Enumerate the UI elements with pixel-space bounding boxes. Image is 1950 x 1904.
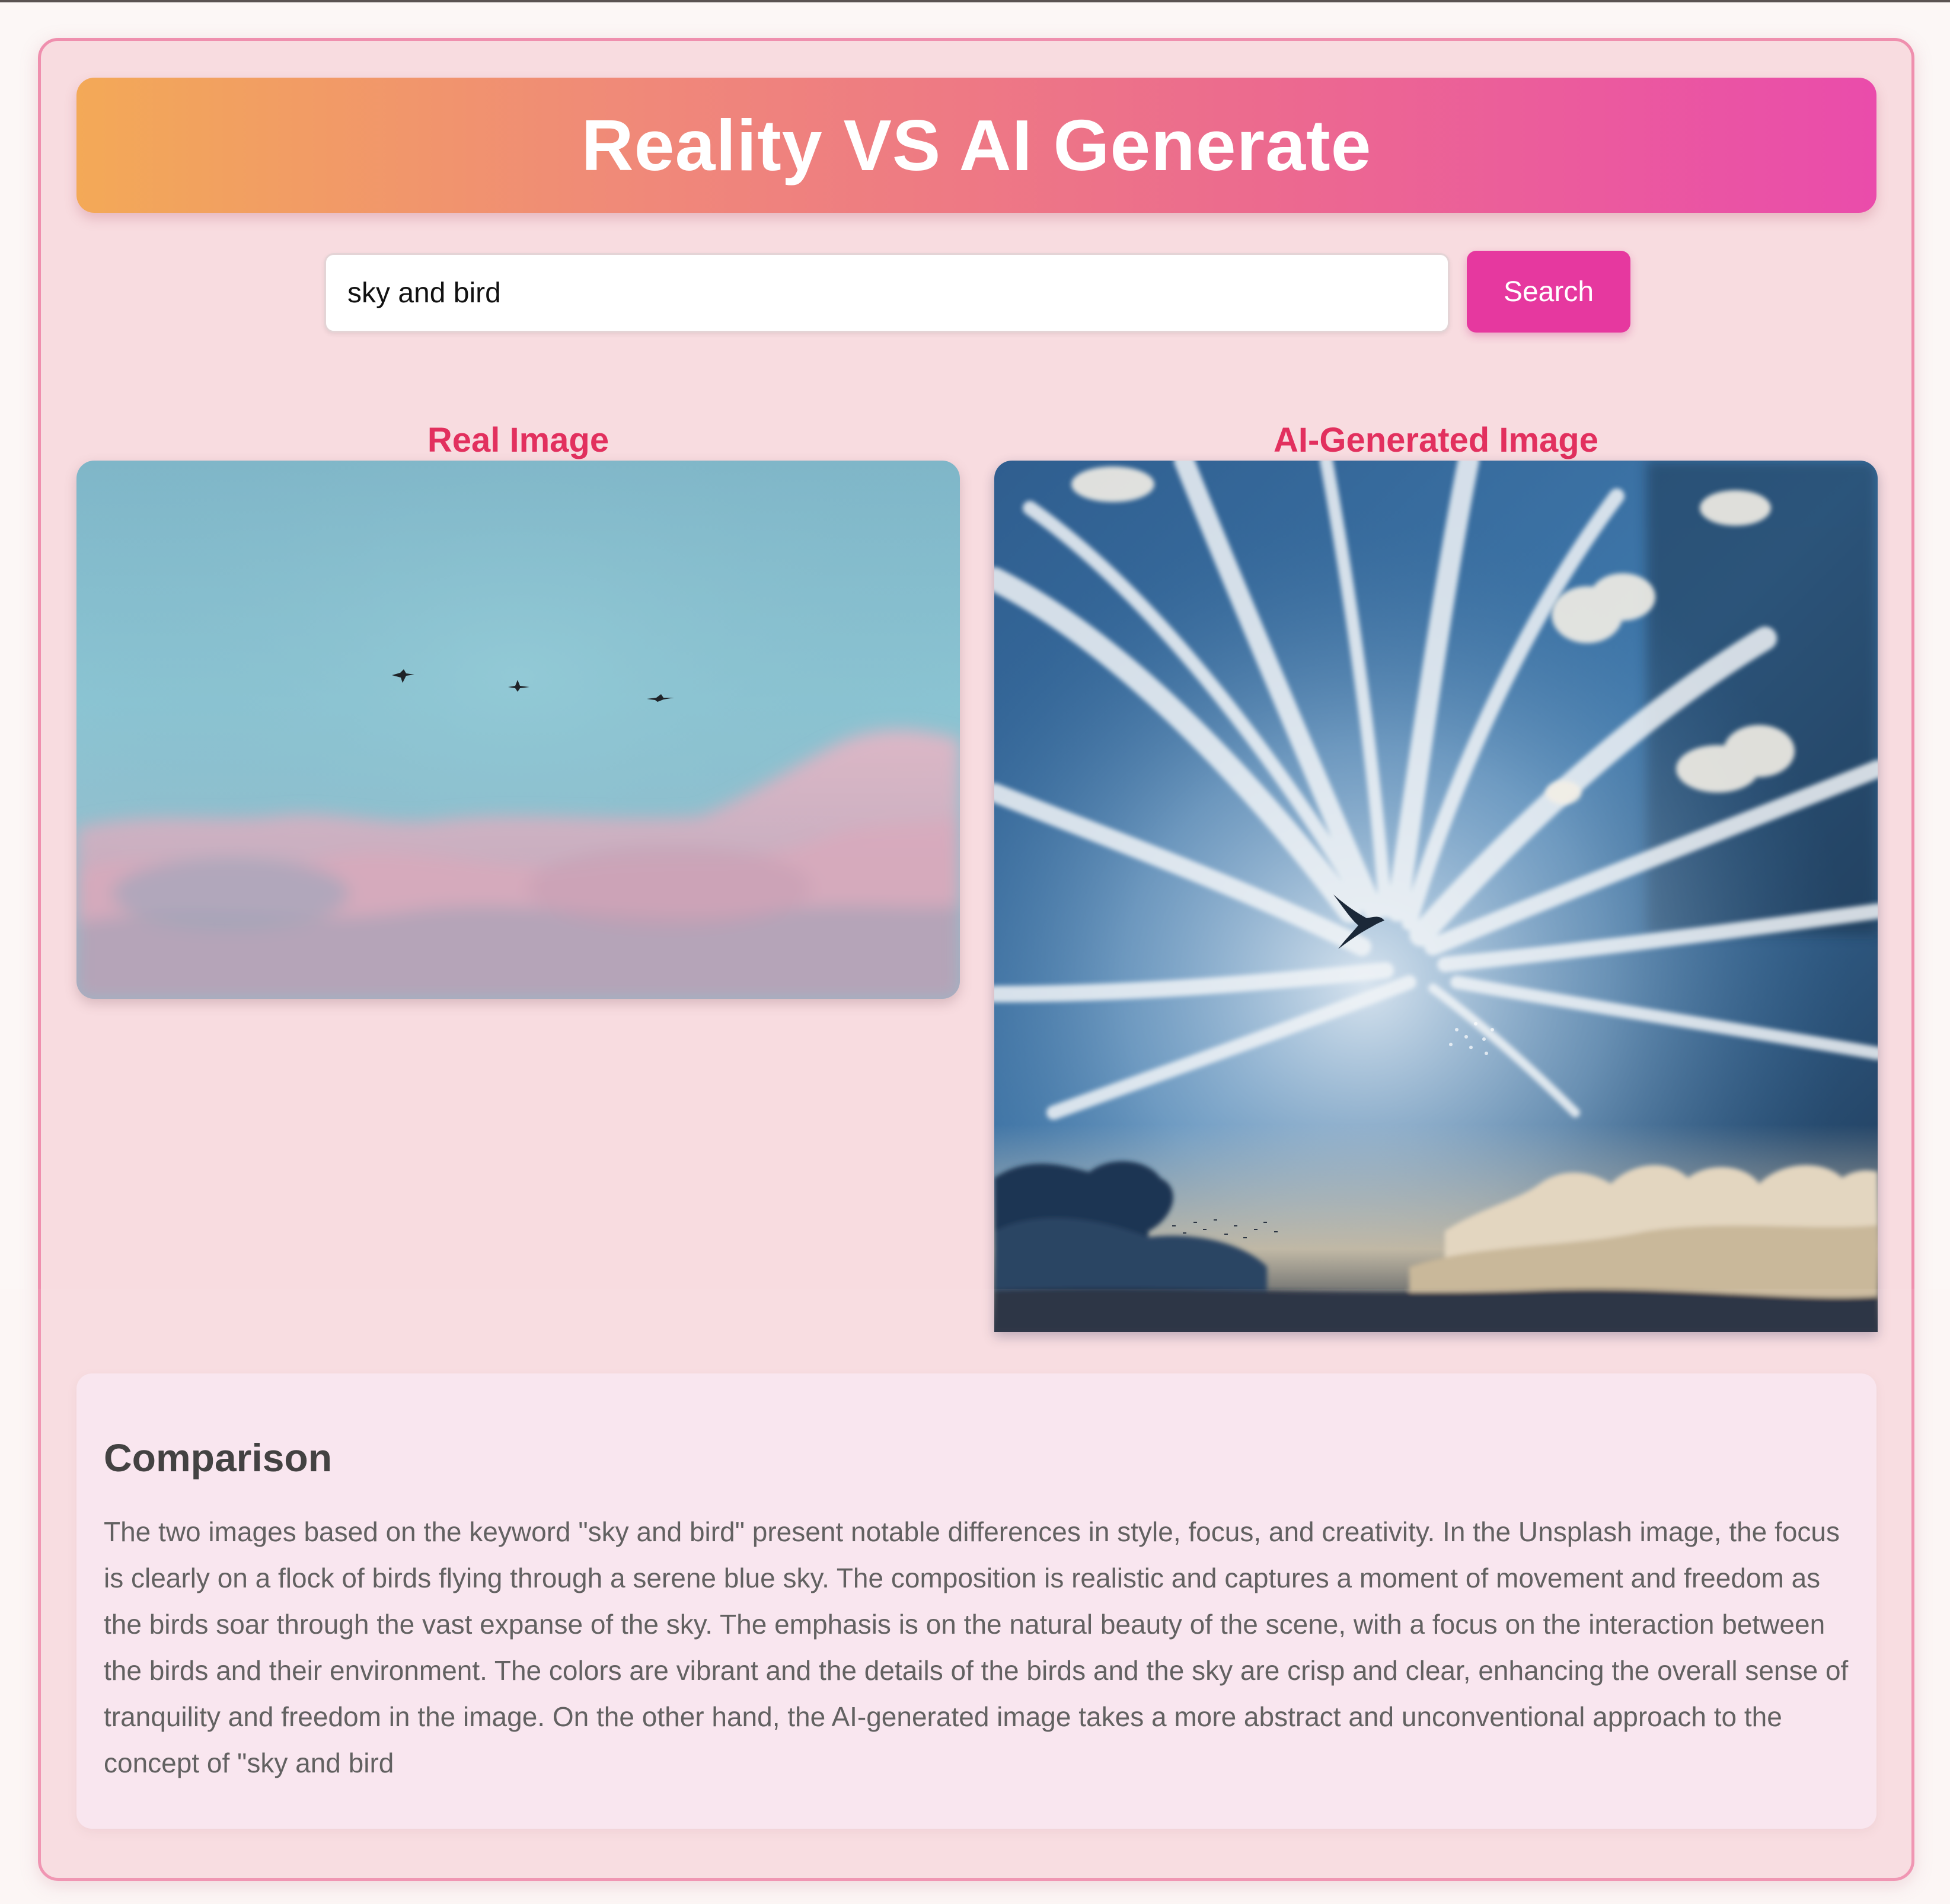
search-button[interactable]: Search [1467, 251, 1630, 333]
header-banner: Reality VS AI Generate [76, 78, 1876, 213]
real-image [76, 461, 960, 999]
page-title: Reality VS AI Generate [581, 105, 1372, 186]
real-sky-photo [76, 461, 960, 999]
window-top-edge [0, 0, 1950, 2]
ai-image-title: AI-Generated Image [1274, 421, 1598, 459]
comparison-heading: Comparison [104, 1436, 333, 1480]
comparison-text: The two images based on the keyword "sky… [104, 1516, 1849, 1778]
app-container: Reality VS AI Generate Search Real Image… [38, 38, 1914, 1881]
comparison-card: Comparison The two images based on the k… [76, 1373, 1876, 1829]
search-input[interactable] [324, 253, 1450, 333]
real-image-title: Real Image [427, 421, 609, 459]
ai-generated-image [994, 461, 1878, 1332]
ai-sky-artwork [994, 461, 1878, 1332]
